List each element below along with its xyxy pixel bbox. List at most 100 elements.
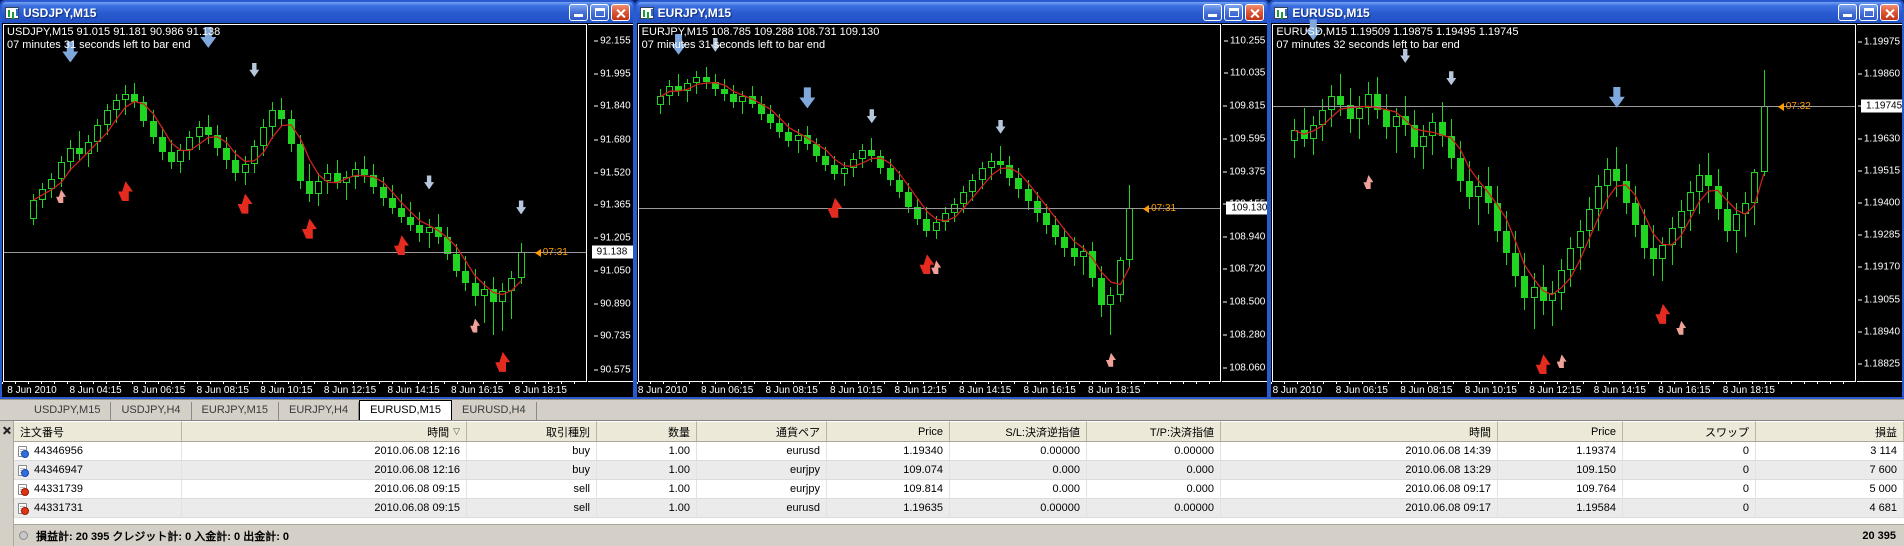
candle-wick [1303, 107, 1305, 147]
order-row[interactable]: 44346947 2010.06.08 12:16 buy 1.00 eurjpy 109… [14, 461, 1904, 480]
candle [462, 270, 470, 284]
price-tick: 108.720 [1223, 264, 1265, 275]
candle [1475, 186, 1483, 198]
column-header[interactable]: Price [1498, 421, 1623, 441]
column-header[interactable]: 通貨ペア [697, 421, 827, 441]
candle-wick [493, 276, 494, 336]
column-header[interactable]: スワップ [1623, 421, 1756, 441]
order-cell: sell [467, 480, 597, 499]
candle [1723, 208, 1731, 232]
candle [1567, 247, 1575, 271]
price-tick: 1.19285 [1858, 230, 1900, 241]
candle [1447, 135, 1455, 159]
window-title: EURJPY,M15 [657, 5, 732, 20]
candle [840, 167, 848, 174]
column-header[interactable]: 数量 [597, 421, 697, 441]
time-tick-label: 8 Jun 06:15 [133, 385, 186, 396]
price-axis[interactable]: 92.155 91.995 91.840 91.680 91.520 91.365 91.2… [587, 24, 633, 382]
window-titlebar[interactable]: EURJPY,M15 [636, 2, 1268, 23]
order-cell: 0.000 [1087, 480, 1221, 499]
orders-table-rows: 44346956 2010.06.08 12:16 buy 1.00 eurusd 1.1… [14, 442, 1904, 524]
chart-info-countdown: 07 minutes 32 seconds left to bar end [1276, 39, 1460, 51]
price-axis[interactable]: 110.255 110.035 109.815 109.595 109.375 109.1… [1222, 24, 1268, 382]
candle [1070, 248, 1078, 258]
minimize-button[interactable] [1838, 4, 1858, 21]
chart-tab-usdjpy-h4[interactable]: USDJPY,H4 [111, 402, 192, 420]
candle [223, 147, 231, 161]
candle [803, 135, 811, 145]
candle [1604, 169, 1612, 187]
close-button[interactable] [1245, 4, 1265, 21]
window-titlebar[interactable]: EURUSD,M15 [1271, 2, 1903, 23]
order-cell: 1.00 [597, 499, 697, 518]
order-cell: 1.19635 [827, 499, 950, 518]
order-row[interactable]: 44331739 2010.06.08 09:15 sell 1.00 eurjpy 10… [14, 480, 1904, 499]
maximize-button[interactable] [589, 4, 609, 21]
candle [1291, 130, 1299, 142]
candle [1318, 110, 1326, 125]
time-axis[interactable]: 8 Jun 2010 8 Jun 04:15 8 Jun 06:15 8 Jun 08… [2, 382, 633, 397]
chart-tab-eurusd-h4[interactable]: EURUSD,H4 [452, 402, 537, 420]
price-tick: 91.680 [594, 134, 631, 145]
order-cell: 44346956 [14, 442, 182, 461]
column-header[interactable]: 時間 [1221, 421, 1498, 441]
close-button[interactable] [1880, 4, 1900, 21]
signal-arrow-down-icon [424, 175, 435, 190]
terminal-close-icon[interactable] [1, 424, 13, 436]
candle [66, 147, 74, 163]
minimize-button[interactable] [1203, 4, 1223, 21]
chart-tab-eurjpy-m15[interactable]: EURJPY,M15 [192, 402, 279, 420]
chart-window-icon [1274, 6, 1289, 19]
candle [407, 216, 415, 225]
chart-info: EURUSD,M15 1.19509 1.19875 1.19495 1.197… [1276, 26, 1518, 52]
chart-plot[interactable]: 07:31 [637, 24, 1222, 382]
maximize-button[interactable] [1224, 4, 1244, 21]
chart-info-ohlc: USDJPY,M15 91.015 91.181 90.986 91.138 [7, 26, 221, 38]
column-header[interactable]: 損益 [1756, 421, 1904, 441]
column-header[interactable]: 注文番号 [14, 421, 182, 441]
column-header[interactable]: 取引種別 [467, 421, 597, 441]
order-cell: eurusd [697, 499, 827, 518]
candle-wick [1340, 74, 1342, 117]
order-row[interactable]: 44331731 2010.06.08 09:15 sell 1.00 eurusd 1.… [14, 499, 1904, 518]
candle [923, 218, 931, 231]
candle [177, 149, 185, 163]
candle [941, 212, 949, 222]
chart-plot[interactable]: 07:31 [3, 24, 587, 382]
minimize-button[interactable] [568, 4, 588, 21]
order-cell: 3 114 [1756, 442, 1904, 461]
chart-tab-eurusd-m15[interactable]: EURUSD,M15 [359, 400, 452, 420]
window-title: EURUSD,M15 [1292, 5, 1370, 20]
chart-tab-eurjpy-h4[interactable]: EURJPY,H4 [279, 402, 360, 420]
time-axis[interactable]: 8 Jun 2010 8 Jun 06:15 8 Jun 08:15 8 Jun 10… [1271, 382, 1903, 397]
column-header[interactable]: 時間 ▽ [182, 421, 467, 441]
candle [813, 144, 821, 157]
signal-arrow-up-icon [237, 193, 253, 214]
candle [1429, 121, 1437, 136]
order-row[interactable]: 44346956 2010.06.08 12:16 buy 1.00 eurusd 1.1… [14, 442, 1904, 461]
candle [342, 176, 350, 184]
chart-window-icon [5, 6, 19, 19]
bar-countdown-label: 07:31 [1143, 203, 1176, 214]
column-header[interactable]: Price [827, 421, 950, 441]
close-button[interactable] [610, 4, 630, 21]
candle [278, 110, 286, 119]
price-axis[interactable]: 1.19975 1.19860 1.19745 1.19630 1.19515 1.194… [1857, 24, 1902, 382]
chart-tab-usdjpy-m15[interactable]: USDJPY,M15 [24, 402, 112, 420]
chart-window-icon [639, 6, 654, 19]
chart-info-countdown: 07 minutes 31 seconds left to bar end [7, 39, 191, 51]
window-titlebar[interactable]: USDJPY,M15 [2, 2, 633, 23]
candle [1640, 225, 1648, 248]
column-header[interactable]: T/P:決済指値 [1087, 421, 1221, 441]
maximize-button[interactable] [1859, 4, 1879, 21]
column-header[interactable]: S/L:決済逆指値 [950, 421, 1087, 441]
time-tick-label: 8 Jun 12:15 [323, 385, 377, 396]
order-cell: 109.150 [1498, 461, 1623, 480]
summary-status-icon [19, 531, 28, 540]
chart-plot[interactable]: 07:32 [1272, 19, 1857, 382]
price-tick: 108.940 [1223, 231, 1265, 242]
candle [693, 77, 701, 84]
candle [978, 167, 986, 180]
time-axis[interactable]: 8 Jun 2010 8 Jun 06:15 8 Jun 08:15 8 Jun 10… [636, 382, 1268, 397]
candle [112, 99, 120, 111]
